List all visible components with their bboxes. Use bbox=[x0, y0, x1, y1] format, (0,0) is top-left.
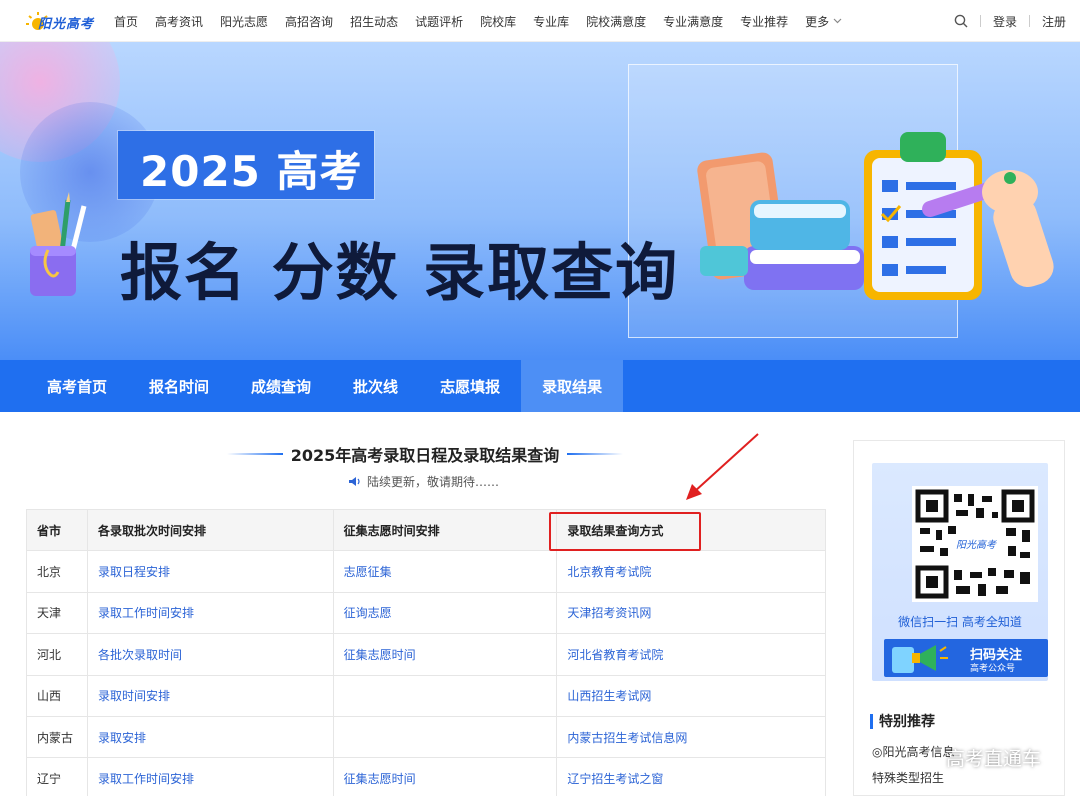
megaphone-icon bbox=[892, 645, 948, 673]
banner-tag: 2025 高考 bbox=[140, 147, 363, 196]
cell-batch-link[interactable]: 各批次录取时间 bbox=[86, 633, 334, 676]
cell-solicitation-link[interactable]: 征集志愿时间 bbox=[332, 757, 558, 796]
tab-score-query[interactable]: 成绩查询 bbox=[230, 360, 332, 412]
banner-headline: 报名 分数 录取查询 bbox=[120, 236, 680, 309]
qr-caption: 微信扫一扫 高考全知道 bbox=[898, 615, 1022, 629]
section-title-text: 2025年高考录取日程及录取结果查询 bbox=[290, 446, 560, 465]
table-row: 天津 录取工作时间安排 征询志愿 天津招考资讯网 bbox=[26, 591, 826, 635]
title-decor-line bbox=[567, 453, 624, 455]
cell-province: 内蒙古 bbox=[26, 715, 88, 759]
nav-item-volunteer[interactable]: 阳光志愿 bbox=[220, 13, 268, 30]
cell-query-link[interactable]: 北京教育考试院 bbox=[556, 550, 826, 593]
cell-solicitation-link[interactable]: 征询志愿 bbox=[332, 591, 558, 635]
header-batch-schedule: 各录取批次时间安排 bbox=[86, 508, 334, 552]
cell-province: 辽宁 bbox=[26, 757, 88, 796]
cell-query-link[interactable]: 天津招考资讯网 bbox=[556, 591, 826, 635]
nav-item-college-satisfaction[interactable]: 院校满意度 bbox=[586, 13, 646, 30]
qr-logo-text: 阳光高考 bbox=[956, 539, 997, 551]
divider bbox=[979, 15, 981, 27]
section-title: 2025年高考录取日程及录取结果查询 bbox=[220, 442, 630, 466]
nav-item-colleges[interactable]: 院校库 bbox=[480, 13, 516, 30]
clipboard-illustration bbox=[864, 132, 1054, 300]
special-recommend-title: 特别推荐 bbox=[879, 714, 935, 730]
cell-batch-link[interactable]: 录取工作时间安排 bbox=[86, 591, 334, 635]
tab-admission-results[interactable]: 录取结果 bbox=[521, 360, 624, 412]
notice-text: 陆续更新，敬请期待…… bbox=[367, 475, 500, 489]
admission-schedule-table: 省市 各录取批次时间安排 征集志愿时间安排 录取结果查询方式 北京 录取日程安排… bbox=[26, 508, 826, 796]
wechat-qr-card: 阳光高考 微信扫一扫 高考全知道 扫码关注 高考公众号 bbox=[872, 463, 1048, 681]
nav-item-consult[interactable]: 高招咨询 bbox=[285, 13, 333, 30]
title-decor-line bbox=[226, 453, 283, 455]
tab-gaokao-home[interactable]: 高考首页 bbox=[26, 360, 128, 412]
nav-more-label: 更多 bbox=[805, 14, 830, 29]
sidebar: 阳光高考 微信扫一扫 高考全知道 扫码关注 高考公众号 特别推荐 ◎阳光高考信息… bbox=[853, 440, 1065, 796]
books-illustration bbox=[697, 152, 864, 290]
table-row: 辽宁 录取工作时间安排 征集志愿时间 辽宁招生考试之窗 bbox=[26, 757, 826, 796]
cell-query-link[interactable]: 山西招生考试网 bbox=[556, 674, 826, 717]
register-link[interactable]: 注册 bbox=[1042, 13, 1066, 30]
pencil-cup-icon bbox=[30, 192, 87, 296]
search-icon[interactable] bbox=[954, 14, 968, 28]
cell-solicitation-link[interactable]: 志愿征集 bbox=[332, 550, 558, 593]
recommend-list: ◎阳光高考信息 特殊类型招生 bbox=[872, 743, 954, 795]
cell-batch-link[interactable]: 录取工作时间安排 bbox=[86, 757, 334, 796]
tab-registration-time[interactable]: 报名时间 bbox=[128, 360, 230, 412]
nav-item-home[interactable]: 首页 bbox=[114, 13, 138, 30]
cell-solicitation-link bbox=[332, 674, 558, 717]
watermark-text: 高考直通车 bbox=[946, 748, 1042, 770]
nav-more[interactable]: 更多 bbox=[805, 13, 842, 30]
top-navbar: 阳光高考 首页 高考资讯 阳光志愿 高招咨询 招生动态 试题评析 院校库 专业库… bbox=[0, 0, 1080, 42]
divider bbox=[1028, 15, 1030, 27]
red-arrow-icon bbox=[686, 433, 759, 500]
cell-query-link[interactable]: 河北省教育考试院 bbox=[556, 633, 826, 676]
scan-subtitle: 高考公众号 bbox=[970, 664, 1016, 674]
table-header-row: 省市 各录取批次时间安排 征集志愿时间安排 录取结果查询方式 bbox=[26, 508, 826, 552]
header-solicitation-schedule: 征集志愿时间安排 bbox=[332, 508, 558, 552]
cell-query-link[interactable]: 辽宁招生考试之窗 bbox=[556, 757, 826, 796]
heading-accent-bar bbox=[870, 713, 873, 729]
table-row: 山西 录取时间安排 山西招生考试网 bbox=[26, 674, 826, 717]
list-item[interactable]: ◎阳光高考信息 bbox=[872, 743, 954, 769]
scan-follow-banner[interactable]: 扫码关注 高考公众号 bbox=[884, 639, 1048, 677]
cell-solicitation-link[interactable]: 征集志愿时间 bbox=[332, 633, 558, 676]
nav-item-major-satisfaction[interactable]: 专业满意度 bbox=[663, 13, 723, 30]
cell-solicitation-link bbox=[332, 715, 558, 759]
top-right-actions: 登录 注册 bbox=[954, 0, 1066, 42]
nav-item-admissions-news[interactable]: 招生动态 bbox=[350, 13, 398, 30]
tab-batch-line[interactable]: 批次线 bbox=[332, 360, 419, 412]
chevron-down-icon bbox=[833, 18, 842, 24]
cell-batch-link[interactable]: 录取时间安排 bbox=[86, 674, 334, 717]
table-row: 内蒙古 录取安排 内蒙古招生考试信息网 bbox=[26, 715, 826, 759]
qr-code-icon: 阳光高考 bbox=[912, 486, 1038, 602]
cell-province: 河北 bbox=[26, 633, 88, 676]
cell-province: 天津 bbox=[26, 591, 88, 635]
cell-batch-link[interactable]: 录取日程安排 bbox=[86, 550, 334, 593]
red-highlight-box bbox=[549, 512, 701, 551]
header-province: 省市 bbox=[26, 508, 88, 552]
main-nav: 首页 高考资讯 阳光志愿 高招咨询 招生动态 试题评析 院校库 专业库 院校满意… bbox=[114, 0, 859, 42]
cell-query-link[interactable]: 内蒙古招生考试信息网 bbox=[556, 715, 826, 759]
table-row: 河北 各批次录取时间 征集志愿时间 河北省教育考试院 bbox=[26, 633, 826, 676]
hero-banner: 2025 高考 报名 分数 录取查询 bbox=[0, 42, 1080, 360]
tab-volunteer-filling[interactable]: 志愿填报 bbox=[419, 360, 521, 412]
login-link[interactable]: 登录 bbox=[993, 13, 1017, 30]
update-notice: 陆续更新，敬请期待…… bbox=[348, 473, 499, 490]
logo-text[interactable]: 阳光高考 bbox=[38, 13, 94, 32]
nav-item-news[interactable]: 高考资讯 bbox=[155, 13, 203, 30]
cell-batch-link[interactable]: 录取安排 bbox=[86, 715, 334, 759]
cell-province: 山西 bbox=[26, 674, 88, 717]
gaokao-subnav: 高考首页 报名时间 成绩查询 批次线 志愿填报 录取结果 bbox=[0, 360, 1080, 412]
table-row: 北京 录取日程安排 志愿征集 北京教育考试院 bbox=[26, 550, 826, 593]
nav-item-majors[interactable]: 专业库 bbox=[533, 13, 569, 30]
nav-item-major-recommend[interactable]: 专业推荐 bbox=[740, 13, 788, 30]
list-item[interactable]: 特殊类型招生 bbox=[872, 769, 954, 795]
special-recommend-heading: 特别推荐 bbox=[870, 711, 935, 731]
cell-province: 北京 bbox=[26, 550, 88, 593]
speaker-icon bbox=[349, 477, 360, 486]
nav-item-exam-review[interactable]: 试题评析 bbox=[415, 13, 463, 30]
